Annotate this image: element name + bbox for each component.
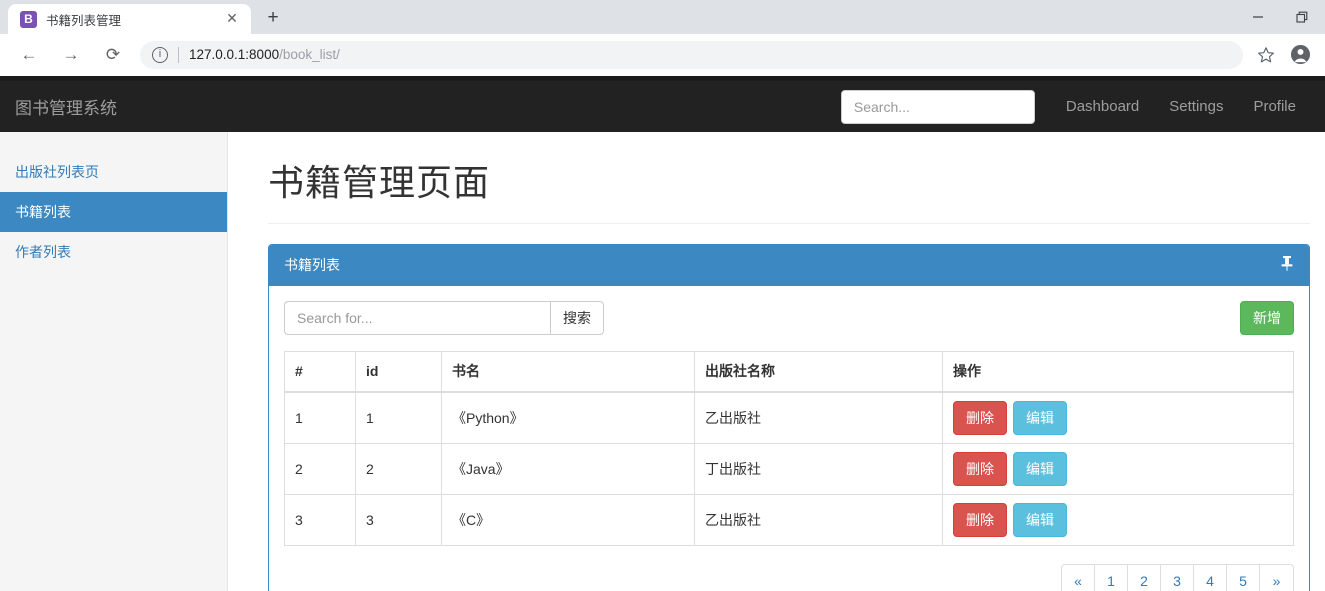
cell-publisher: 乙出版社 (695, 392, 943, 444)
url-path: /book_list/ (279, 47, 340, 62)
site-navbar: 图书管理系统 Dashboard Settings Profile N (0, 81, 1325, 132)
book-table: # id 书名 出版社名称 操作 1 1 《Python》 (284, 351, 1294, 547)
cell-index: 1 (285, 392, 356, 444)
navbar-brand[interactable]: 图书管理系统 (15, 94, 117, 119)
browser-tab-bar: B 书籍列表管理 ✕ + (0, 0, 1325, 34)
cell-id: 2 (356, 444, 442, 495)
nav-link-dashboard[interactable]: Dashboard (1051, 82, 1154, 131)
header-id: id (356, 351, 442, 392)
edit-button[interactable]: 编辑 (1013, 452, 1067, 486)
page-prev[interactable]: « (1062, 565, 1095, 591)
cell-id: 3 (356, 495, 442, 546)
window-controls (1235, 0, 1325, 34)
pushpin-icon[interactable] (1280, 255, 1294, 276)
edit-button[interactable]: 编辑 (1013, 503, 1067, 537)
page-next[interactable]: » (1260, 565, 1293, 591)
header-book-name: 书名 (442, 351, 695, 392)
cell-index: 2 (285, 444, 356, 495)
search-input[interactable] (284, 301, 550, 335)
bootstrap-icon: B (20, 11, 37, 28)
browser-toolbar: ← → ⟳ i 127.0.0.1:8000/book_list/ (0, 34, 1325, 76)
sidebar-item-author-list[interactable]: 作者列表 (0, 232, 227, 272)
minimize-icon[interactable] (1235, 0, 1280, 34)
page-2[interactable]: 2 (1128, 565, 1161, 591)
omnibox-divider (178, 47, 179, 63)
nav-link-settings[interactable]: Settings (1154, 82, 1238, 131)
restore-icon[interactable] (1280, 0, 1325, 34)
page-info-icon[interactable]: i (152, 47, 168, 63)
pagination: « 1 2 3 4 5 » (1061, 564, 1294, 591)
panel-heading: 书籍列表 (269, 245, 1309, 286)
page-title: 书籍管理页面 (268, 163, 1310, 203)
panel-title: 书籍列表 (284, 255, 1280, 275)
header-actions: 操作 (943, 351, 1294, 392)
table-header-row: # id 书名 出版社名称 操作 (285, 351, 1294, 392)
navbar-right-group: Dashboard Settings Profile N (841, 81, 1325, 132)
address-bar[interactable]: i 127.0.0.1:8000/book_list/ (140, 41, 1243, 69)
cell-actions: 删除编辑 (943, 444, 1294, 495)
search-button[interactable]: 搜索 (550, 301, 604, 335)
table-body: 1 1 《Python》 乙出版社 删除编辑 2 2 (285, 392, 1294, 546)
forward-icon[interactable]: → (56, 40, 86, 70)
header-index: # (285, 351, 356, 392)
back-icon[interactable]: ← (14, 40, 44, 70)
nav-link-cutoff[interactable]: N (1311, 82, 1325, 131)
cell-index: 3 (285, 495, 356, 546)
cell-book-name: 《Python》 (442, 392, 695, 444)
address-bar-url: 127.0.0.1:8000/book_list/ (189, 47, 340, 62)
page-3[interactable]: 3 (1161, 565, 1194, 591)
browser-tab-title: 书籍列表管理 (46, 10, 223, 29)
main-content: 书籍管理页面 书籍列表 (228, 132, 1325, 591)
panel-toolbar: 搜索 新增 (284, 301, 1294, 335)
cell-book-name: 《C》 (442, 495, 695, 546)
delete-button[interactable]: 删除 (953, 503, 1007, 537)
sidebar-item-publisher-list[interactable]: 出版社列表页 (0, 152, 227, 192)
page-4[interactable]: 4 (1194, 565, 1227, 591)
page-root: 图书管理系统 Dashboard Settings Profile N 出版社列… (0, 81, 1325, 591)
cell-book-name: 《Java》 (442, 444, 695, 495)
cell-actions: 删除编辑 (943, 392, 1294, 444)
new-tab-button[interactable]: + (259, 5, 287, 33)
page-1[interactable]: 1 (1095, 565, 1128, 591)
table-head: # id 书名 出版社名称 操作 (285, 351, 1294, 392)
header-publisher: 出版社名称 (695, 351, 943, 392)
body-wrapper: 出版社列表页 书籍列表 作者列表 书籍管理页面 书籍列表 (0, 132, 1325, 591)
cell-id: 1 (356, 392, 442, 444)
url-host: 127.0.0.1:8000 (189, 47, 279, 62)
search-input-group: 搜索 (284, 301, 604, 335)
title-divider (268, 223, 1310, 224)
book-list-panel: 书籍列表 搜索 (268, 244, 1310, 591)
pagination-wrapper: « 1 2 3 4 5 » (284, 546, 1294, 591)
cell-actions: 删除编辑 (943, 495, 1294, 546)
nav-link-profile[interactable]: Profile (1238, 82, 1311, 131)
delete-button[interactable]: 删除 (953, 401, 1007, 435)
edit-button[interactable]: 编辑 (1013, 401, 1067, 435)
navbar-search-input[interactable] (841, 90, 1035, 124)
cell-publisher: 丁出版社 (695, 444, 943, 495)
cell-publisher: 乙出版社 (695, 495, 943, 546)
delete-button[interactable]: 删除 (953, 452, 1007, 486)
page-5[interactable]: 5 (1227, 565, 1260, 591)
sidebar-item-book-list[interactable]: 书籍列表 (0, 192, 227, 232)
panel-body: 搜索 新增 # id 书名 出版社名称 操作 (269, 286, 1309, 591)
bookmark-star-icon[interactable] (1252, 41, 1280, 69)
table-row: 2 2 《Java》 丁出版社 删除编辑 (285, 444, 1294, 495)
add-button[interactable]: 新增 (1240, 301, 1294, 335)
table-row: 3 3 《C》 乙出版社 删除编辑 (285, 495, 1294, 546)
profile-avatar-icon[interactable] (1286, 41, 1314, 69)
browser-tab[interactable]: B 书籍列表管理 ✕ (8, 4, 251, 34)
reload-icon[interactable]: ⟳ (98, 40, 128, 70)
sidebar: 出版社列表页 书籍列表 作者列表 (0, 132, 228, 591)
close-icon[interactable]: ✕ (223, 10, 241, 28)
table-row: 1 1 《Python》 乙出版社 删除编辑 (285, 392, 1294, 444)
